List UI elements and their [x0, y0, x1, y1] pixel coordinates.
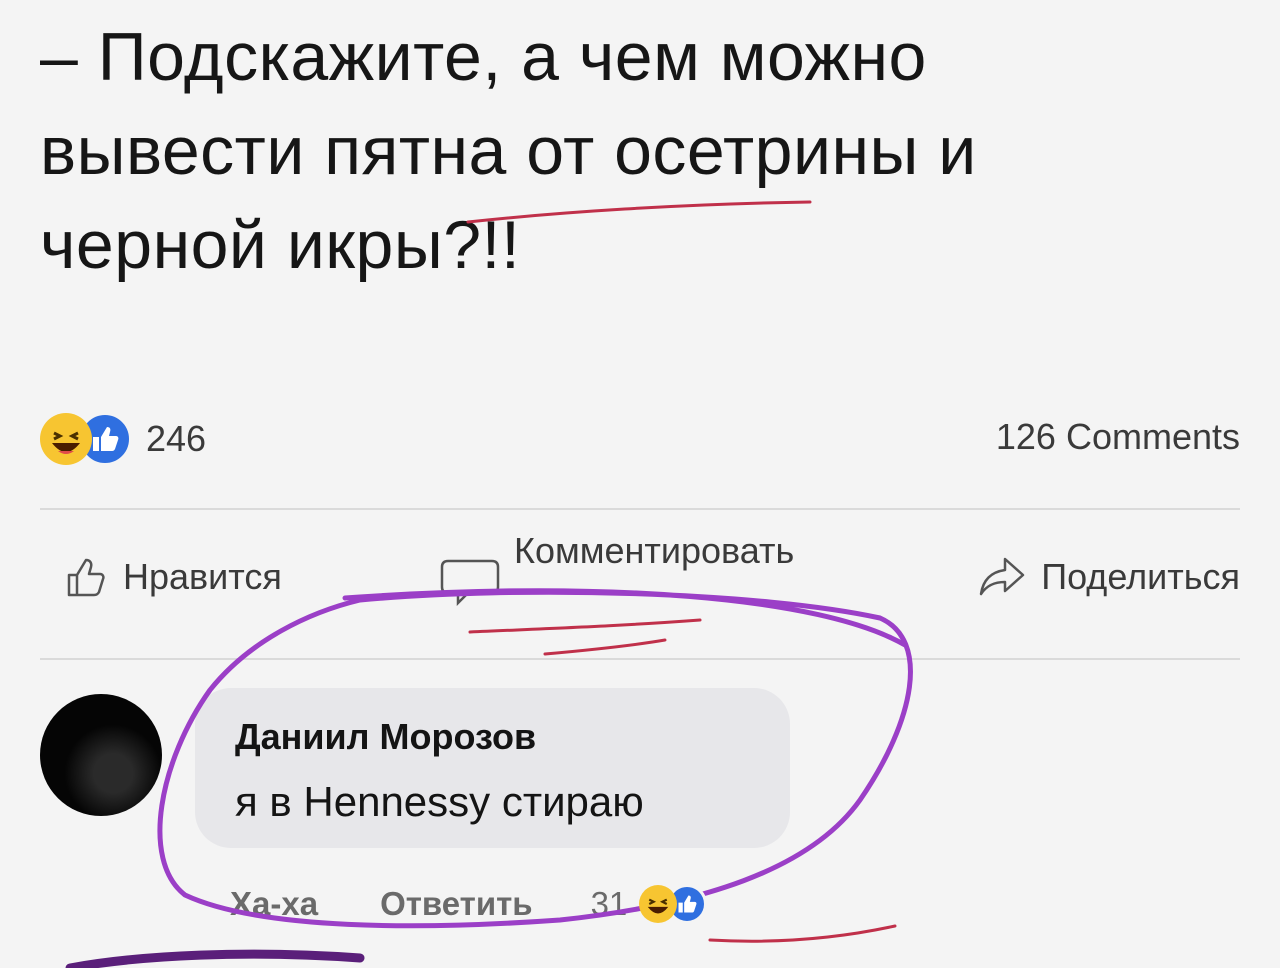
share-label: Поделиться — [1041, 556, 1240, 597]
post-text: – Подскажите, а чем можно вывести пятна … — [40, 10, 1240, 292]
comment-bubble: Даниил Морозов я в Hennessy стираю — [195, 688, 790, 848]
speech-bubble-icon — [440, 559, 500, 607]
haha-reaction-icon — [639, 885, 678, 923]
haha-reaction-icon — [40, 413, 92, 465]
comment-label: Комментировать — [514, 530, 795, 571]
avatar[interactable] — [40, 694, 162, 816]
divider — [40, 658, 1240, 660]
comment: Даниил Морозов я в Hennessy стираю Ха-ха… — [40, 688, 1240, 968]
post-text-line: вывести пятна от осетрины и — [40, 113, 977, 189]
comment-reaction-summary[interactable] — [639, 884, 708, 924]
post-stats: 246 126 Comments — [40, 408, 1240, 468]
post-text-line: черной икры?!! — [40, 207, 521, 283]
thumbs-up-icon — [67, 558, 105, 597]
comment-author[interactable]: Даниил Морозов — [235, 716, 536, 758]
comment-reaction-count: 31 — [590, 885, 628, 922]
like-label: Нравится — [123, 556, 282, 597]
comment-text: я в Hennessy стираю — [235, 778, 644, 825]
comment-button[interactable]: Комментировать — [440, 531, 844, 607]
reaction-count: 246 — [146, 418, 207, 459]
comments-count-link[interactable]: 126 Comments — [996, 416, 1240, 458]
action-bar: Нравится Комментировать Поделиться — [40, 531, 1240, 625]
share-arrow-icon — [979, 557, 1025, 596]
comment-meta: Ха-ха Ответить 31 — [230, 884, 708, 924]
like-button[interactable]: Нравится — [65, 555, 282, 599]
divider — [40, 508, 1240, 510]
reply-link[interactable]: Ответить — [380, 885, 533, 923]
red-underline-annotation — [543, 638, 667, 656]
share-button[interactable]: Поделиться — [977, 555, 1240, 599]
post-text-line: – Подскажите, а чем можно — [40, 19, 927, 95]
haha-react-link[interactable]: Ха-ха — [230, 885, 318, 923]
reaction-summary[interactable]: 246 — [40, 412, 206, 466]
